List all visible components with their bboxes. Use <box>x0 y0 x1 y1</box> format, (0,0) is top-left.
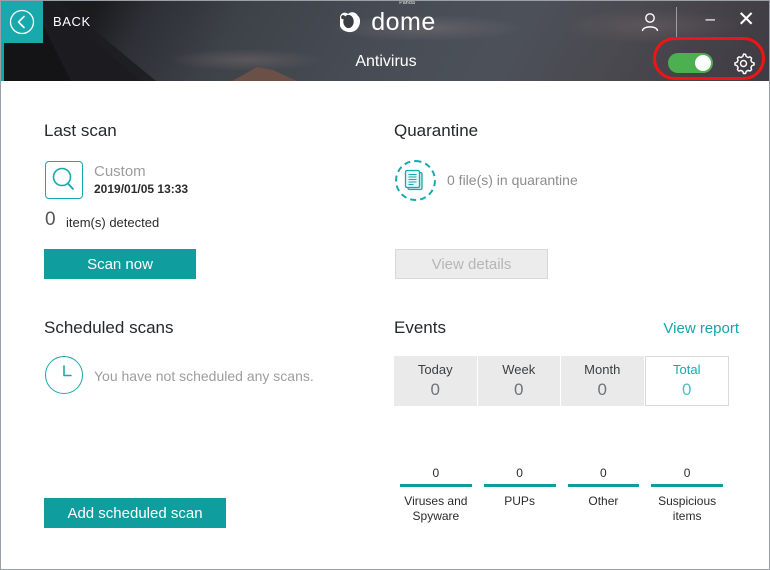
stat-value: 0 <box>600 466 607 480</box>
last-scan-title: Last scan <box>44 121 117 141</box>
events-tab-value: 0 <box>431 380 440 400</box>
module-header-bar: Antivirus <box>1 43 770 81</box>
events-period-tabs: Today 0 Week 0 Month 0 Total 0 <box>394 356 729 406</box>
events-tab-value: 0 <box>514 380 523 400</box>
back-button[interactable] <box>1 1 43 43</box>
antivirus-protection-toggle[interactable] <box>668 53 713 73</box>
last-scan-type: Custom <box>94 163 146 180</box>
add-scheduled-scan-button[interactable]: Add scheduled scan <box>44 498 226 528</box>
brand-name: Panda dome <box>371 8 436 37</box>
events-tab-value: 0 <box>598 380 607 400</box>
events-tab-today[interactable]: Today 0 <box>394 356 478 406</box>
quarantine-message: 0 file(s) in quarantine <box>447 172 578 188</box>
events-tab-label: Today <box>418 362 453 377</box>
detected-count: 0 <box>45 209 56 231</box>
back-label[interactable]: BACK <box>53 14 91 29</box>
toggle-knob <box>695 55 711 71</box>
events-tab-label: Week <box>502 362 535 377</box>
quarantine-icon-circle <box>395 160 436 201</box>
scheduled-scans-title: Scheduled scans <box>44 318 173 338</box>
events-tab-week[interactable]: Week 0 <box>478 356 562 406</box>
events-tab-label: Month <box>584 362 620 377</box>
view-report-link[interactable]: View report <box>663 320 739 337</box>
scan-now-button[interactable]: Scan now <box>44 249 196 279</box>
page-title: Antivirus <box>1 43 770 81</box>
minimize-button[interactable]: – <box>706 9 715 29</box>
events-tab-total[interactable]: Total 0 <box>645 356 730 406</box>
events-tab-label: Total <box>673 362 700 377</box>
scheduled-scans-message: You have not scheduled any scans. <box>94 368 314 384</box>
stat-label: Other <box>565 494 642 509</box>
antivirus-window: BACK Panda dome – ✕ Antivirus <box>0 0 770 570</box>
settings-gear-icon[interactable] <box>730 50 757 77</box>
stat-item: 0 Suspicious items <box>645 466 729 536</box>
titlebar-divider <box>676 7 677 37</box>
close-button[interactable]: ✕ <box>737 10 755 30</box>
clock-icon <box>46 357 82 393</box>
stat-underline <box>484 484 556 487</box>
quarantine-title: Quarantine <box>394 121 478 141</box>
user-account-icon[interactable] <box>639 11 661 33</box>
stat-value: 0 <box>433 466 440 480</box>
stat-underline <box>400 484 472 487</box>
stat-label: Viruses and Spyware <box>397 494 474 524</box>
last-scan-date: 2019/01/05 13:33 <box>94 182 188 196</box>
stat-underline <box>651 484 723 487</box>
scan-type-icon-box <box>45 161 83 199</box>
events-tab-month[interactable]: Month 0 <box>561 356 645 406</box>
brand-superscript: Panda <box>399 0 415 6</box>
back-arrow-circle-icon <box>9 9 35 35</box>
panda-logo-icon <box>336 8 364 36</box>
title-bar: BACK Panda dome – ✕ <box>1 1 770 43</box>
events-tab-value: 0 <box>682 380 691 400</box>
stat-item: 0 Viruses and Spyware <box>394 466 478 536</box>
detected-label: item(s) detected <box>66 215 159 230</box>
view-details-button[interactable]: View details <box>395 249 548 279</box>
stat-label: Suspicious items <box>649 494 726 524</box>
stat-value: 0 <box>516 466 523 480</box>
events-category-stats: 0 Viruses and Spyware 0 PUPs 0 Other 0 Suspicio… <box>394 466 729 536</box>
clock-icon-circle <box>45 356 83 394</box>
stat-item: 0 PUPs <box>478 466 562 536</box>
main-content: Last scan Custom 2019/01/05 13:33 0 item… <box>1 81 770 569</box>
magnifier-icon <box>46 162 82 198</box>
document-stack-icon <box>397 162 434 199</box>
stat-item: 0 Other <box>562 466 646 536</box>
events-title: Events <box>394 318 446 338</box>
stat-label: PUPs <box>481 494 558 509</box>
left-accent-strip <box>1 43 4 81</box>
stat-underline <box>568 484 640 487</box>
brand-word-text: dome <box>371 8 436 36</box>
stat-value: 0 <box>684 466 691 480</box>
